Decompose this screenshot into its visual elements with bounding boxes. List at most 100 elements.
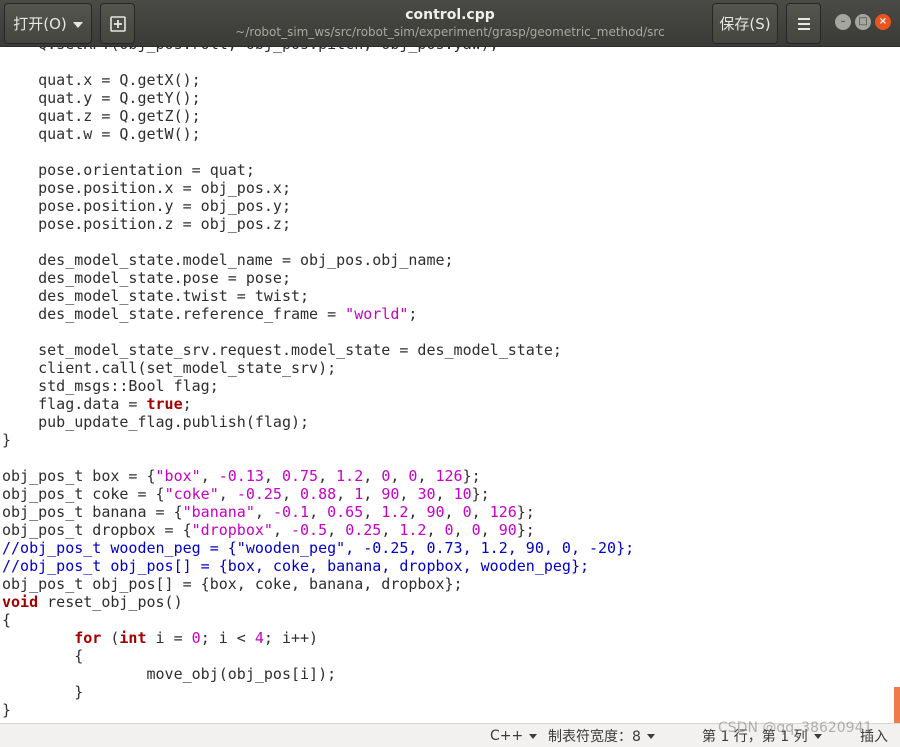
code-token: 0 <box>381 467 391 485</box>
code-token: } <box>2 683 84 701</box>
code-line: //obj_pos_t wooden_peg = {"wooden_peg", … <box>2 539 634 557</box>
code-token: -0.25 <box>236 485 282 503</box>
code-editor[interactable]: Q.setRPY(obj_pos.roll, obj_pos.pitch, ob… <box>0 47 900 723</box>
code-line: quat.z = Q.getZ(); <box>2 107 634 125</box>
file-path: ~/robot_sim_ws/src/robot_sim/experiment/… <box>235 25 665 39</box>
code-token: pub_update_flag.publish(flag); <box>2 413 310 431</box>
code-line: } <box>2 431 634 449</box>
code-token: , <box>435 485 454 503</box>
code-line: des_model_state.model_name = obj_pos.obj… <box>2 251 634 269</box>
code-token: } <box>2 431 12 449</box>
code-token: Q.setRPY(obj_pos.roll, obj_pos.pitch, ob… <box>2 47 499 53</box>
code-token: obj_pos_t box = { <box>2 467 156 485</box>
code-token: flag.data = <box>2 395 147 413</box>
new-document-button[interactable] <box>100 3 135 44</box>
code-token: pose.orientation = quat; <box>2 161 255 179</box>
code-token: 4 <box>254 629 264 647</box>
code-line: des_model_state.twist = twist; <box>2 287 634 305</box>
minimize-button[interactable]: – <box>835 14 851 30</box>
header-bar: 打开(O) control.cpp ~/robot_sim_ws/src/rob… <box>0 0 900 47</box>
code-token: "world" <box>345 305 409 323</box>
code-token: quat.z = Q.getZ(); <box>2 107 201 125</box>
code-line: des_model_state.reference_frame = "world… <box>2 305 634 323</box>
code-line: { <box>2 611 634 629</box>
code-token: , <box>426 521 445 539</box>
code-token: -0.5 <box>291 521 328 539</box>
code-token: -0.13 <box>218 467 264 485</box>
code-line: client.call(set_model_state_srv); <box>2 359 634 377</box>
open-button[interactable]: 打开(O) <box>4 3 92 44</box>
code-token: , <box>272 521 291 539</box>
code-token: ; <box>182 395 192 413</box>
code-token: 90 <box>426 503 445 521</box>
code-token: true <box>146 395 183 413</box>
code-token: 0.75 <box>281 467 319 485</box>
language-selector[interactable]: C++ <box>490 726 538 746</box>
code-token: //obj_pos_t wooden_peg = {"wooden_peg", … <box>2 539 635 557</box>
code-token: 0 <box>444 521 454 539</box>
code-token: -0.1 <box>272 503 310 521</box>
code-token: 0 <box>471 521 481 539</box>
code-token: , <box>363 467 382 485</box>
code-token: client.call(set_model_state_srv); <box>2 359 337 377</box>
hamburger-icon-bar <box>797 22 810 25</box>
code-token: { <box>2 611 12 629</box>
code-token: "banana" <box>182 503 255 521</box>
scrollbar-thumb[interactable] <box>894 687 900 723</box>
code-token: obj_pos_t dropbox = { <box>2 521 192 539</box>
code-token: quat.w = Q.getW(); <box>2 125 201 143</box>
code-token: , <box>218 485 237 503</box>
code-token: int <box>119 629 147 647</box>
code-line: des_model_state.pose = pose; <box>2 269 634 287</box>
code-token: }; <box>462 467 481 485</box>
code-token: , <box>363 503 382 521</box>
save-button[interactable]: 保存(S) <box>712 3 778 44</box>
code-token: obj_pos_t obj_pos[] = {box, coke, banana… <box>2 575 463 593</box>
tab-width-label: 制表符宽度：8 <box>548 729 641 745</box>
code-token: 30 <box>417 485 436 503</box>
code-line: pose.orientation = quat; <box>2 161 634 179</box>
code-token: pose.position.x = obj_pos.x; <box>2 179 291 197</box>
code-line: for (int i = 0; i < 4; i++) <box>2 629 634 647</box>
code-token: des_model_state.pose = pose; <box>2 269 291 287</box>
new-document-icon <box>109 15 126 32</box>
code-text: Q.setRPY(obj_pos.roll, obj_pos.pitch, ob… <box>2 47 634 719</box>
code-token: , <box>480 521 499 539</box>
code-token: , <box>309 503 328 521</box>
code-token: //obj_pos_t obj_pos[] = {box, coke, bana… <box>2 557 589 575</box>
code-line: obj_pos_t banana = {"banana", -0.1, 0.65… <box>2 503 634 521</box>
code-token: set_model_state_srv.request.model_state … <box>2 341 562 359</box>
code-token: obj_pos_t coke = { <box>2 485 165 503</box>
code-token: quat.y = Q.getY(); <box>2 89 201 107</box>
close-button[interactable]: × <box>875 14 891 30</box>
code-token: 0 <box>191 629 201 647</box>
tab-width-selector[interactable]: 制表符宽度：8 <box>548 726 655 746</box>
code-token: 1.2 <box>336 467 364 485</box>
code-token: ; <box>408 305 418 323</box>
code-token: , <box>417 467 436 485</box>
code-line: obj_pos_t dropbox = {"dropbox", -0.5, 0.… <box>2 521 634 539</box>
code-token: , <box>281 485 301 503</box>
code-token: des_model_state.reference_frame = <box>2 305 346 323</box>
code-token: 0.65 <box>327 503 364 521</box>
hamburger-menu-button[interactable] <box>786 3 821 44</box>
maximize-button[interactable]: □ <box>855 14 871 30</box>
code-token: , <box>254 503 273 521</box>
chevron-down-icon <box>72 21 83 28</box>
code-token: 126 <box>489 503 517 521</box>
watermark: CSDN @qq_38620941 <box>718 720 873 736</box>
code-token: , <box>318 467 337 485</box>
code-token: , <box>336 485 355 503</box>
code-line: quat.y = Q.getY(); <box>2 89 634 107</box>
code-token: reset_obj_pos() <box>38 593 183 611</box>
code-token: 10 <box>453 485 472 503</box>
code-line: obj_pos_t coke = {"coke", -0.25, 0.88, 1… <box>2 485 634 503</box>
code-token: , <box>390 467 409 485</box>
code-line: quat.w = Q.getW(); <box>2 125 634 143</box>
code-token: } <box>2 701 12 719</box>
code-line: std_msgs::Bool flag; <box>2 377 634 395</box>
